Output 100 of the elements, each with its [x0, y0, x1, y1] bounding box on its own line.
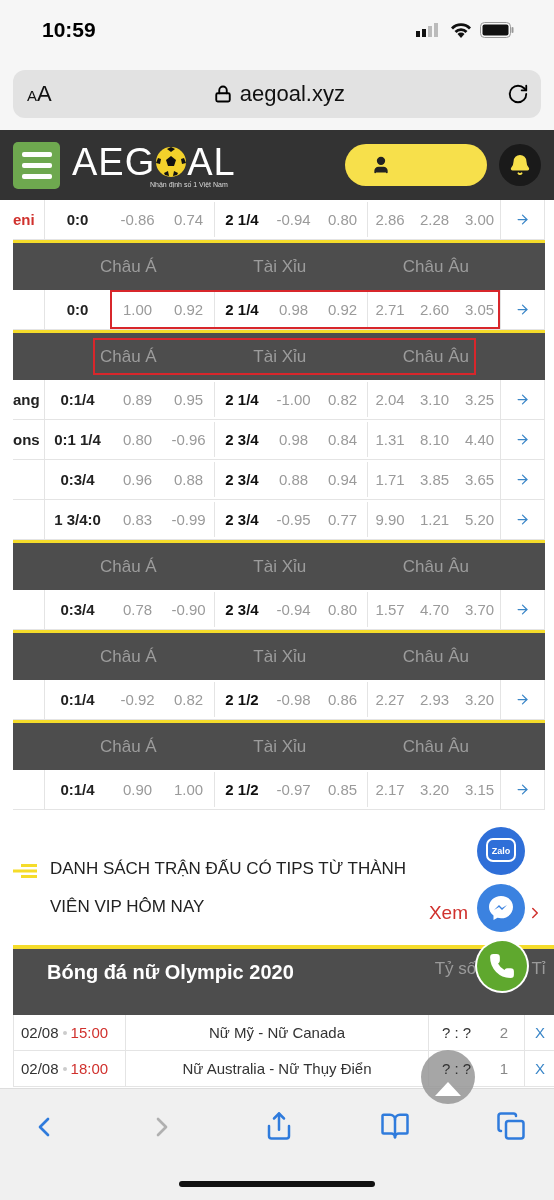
- team-name: ons: [13, 420, 45, 459]
- handicap-value: 1 3/4:0: [53, 510, 102, 530]
- address-bar[interactable]: AA aegoal.xyz: [13, 70, 541, 118]
- odds-value: 2.27: [367, 682, 412, 717]
- odds-value: 3.20: [463, 690, 496, 710]
- odds-value: 0.88: [172, 470, 205, 490]
- account-button[interactable]: [345, 144, 487, 186]
- odds-value: 2.04: [367, 382, 412, 417]
- arrow-right-icon[interactable]: [515, 782, 530, 797]
- phone-button[interactable]: [477, 941, 527, 991]
- table-title: Bóng đá nữ Olympic 2020: [46, 960, 295, 985]
- odds-value: 0.78: [121, 600, 154, 620]
- column-label: Châu Á: [100, 346, 157, 367]
- clock: 10:59: [42, 18, 96, 42]
- odds-value: 3.85: [418, 470, 451, 490]
- column-label: Châu Á: [100, 556, 157, 577]
- text-size-button[interactable]: AA: [27, 81, 52, 107]
- messenger-button[interactable]: [477, 884, 525, 932]
- score-cell-text: ? : ?: [441, 1023, 472, 1043]
- odds-value: 5.20: [463, 510, 496, 530]
- handicap-value: 0:1/4: [59, 780, 96, 800]
- odds-value: 0.92: [326, 300, 359, 320]
- odds-value: -0.94: [275, 210, 312, 230]
- odds-value: 1.00: [172, 780, 205, 800]
- column-label: Châu Á: [100, 646, 157, 667]
- column-header: Tỷ số: [433, 958, 478, 980]
- handicap-value: 0:1 1/4: [53, 430, 102, 450]
- odds-value: 0.80: [326, 600, 359, 620]
- odds-value: 0.88: [277, 470, 310, 490]
- odds-value: 0.80: [121, 430, 154, 450]
- odds-value: 3.00: [463, 210, 496, 230]
- match-date: 02/08: [21, 1060, 59, 1077]
- odds-value: 0.95: [172, 390, 205, 410]
- battery-icon: [480, 22, 514, 38]
- odds-value: 0.86: [326, 690, 359, 710]
- total-line: 2 1/4: [214, 292, 269, 327]
- arrow-right-icon[interactable]: [515, 432, 530, 447]
- match-time: 15:00: [70, 1024, 109, 1041]
- match-name: Nữ Mỹ - Nữ Canada: [126, 1015, 429, 1050]
- odds-value: 8.10: [418, 430, 451, 450]
- arrow-right-icon[interactable]: [515, 302, 530, 317]
- phone-icon: [489, 953, 515, 979]
- menu-button[interactable]: [13, 141, 60, 189]
- arrow-right-icon[interactable]: [515, 512, 530, 527]
- arrow-right-icon[interactable]: [515, 472, 530, 487]
- total-line: 2 1/2: [214, 772, 269, 807]
- odds-value: 0.80: [326, 210, 359, 230]
- handicap-value: 0:3/4: [59, 600, 96, 620]
- column-label: Châu Âu: [402, 346, 469, 367]
- view-link[interactable]: X: [524, 1015, 554, 1050]
- team-name: eni: [13, 200, 45, 239]
- odds-value: 0.77: [326, 510, 359, 530]
- odds-value: 2.86: [367, 202, 412, 237]
- odds-value: 3.70: [463, 600, 496, 620]
- column-label: Châu Âu: [402, 256, 469, 277]
- odds-value: 0.84: [326, 430, 359, 450]
- odds-value: 3.20: [418, 780, 451, 800]
- odds-value: -0.96: [170, 430, 207, 450]
- column-label: Tài Xỉu: [253, 346, 307, 367]
- odds-value: 4.40: [463, 430, 496, 450]
- odds-value: 0.82: [326, 390, 359, 410]
- odds-value: 1.00: [121, 300, 154, 320]
- column-label: Tài Xỉu: [253, 736, 307, 757]
- arrow-right-icon[interactable]: [515, 602, 530, 617]
- reload-icon[interactable]: [507, 83, 529, 105]
- total-line: 2 3/4: [214, 462, 269, 497]
- view-link[interactable]: X: [524, 1051, 554, 1086]
- odds-value: 4.70: [418, 600, 451, 620]
- column-label: Tài Xỉu: [253, 556, 307, 577]
- arrow-right-icon[interactable]: [515, 392, 530, 407]
- odds-value: -0.86: [119, 210, 156, 230]
- column-label: Châu Âu: [402, 556, 469, 577]
- odds-value: 0.74: [172, 210, 205, 230]
- odds-value: 3.10: [418, 390, 451, 410]
- messenger-icon: [487, 894, 515, 922]
- odds-value: 9.90: [367, 502, 412, 537]
- odds-value: 0.85: [326, 780, 359, 800]
- view-more-link[interactable]: Xem: [428, 902, 544, 924]
- odds-value: 3.25: [463, 390, 496, 410]
- odds-value: 2.17: [367, 772, 412, 807]
- odds-value: 0.98: [277, 430, 310, 450]
- arrow-right-icon[interactable]: [515, 212, 530, 227]
- odds-value: 3.15: [463, 780, 496, 800]
- match-date: 02/08: [21, 1024, 59, 1041]
- match-time: 18:00: [70, 1060, 109, 1077]
- odds-value: 2.71: [367, 292, 412, 327]
- zalo-button[interactable]: Zalo: [477, 827, 525, 875]
- odds-value: 0.90: [121, 780, 154, 800]
- odds-value: 0.89: [121, 390, 154, 410]
- odds-value: 1.21: [418, 510, 451, 530]
- notification-button[interactable]: [499, 144, 541, 186]
- odds-value: -0.97: [275, 780, 312, 800]
- odds-value: -0.92: [119, 690, 156, 710]
- caret-up-icon: [435, 1082, 461, 1096]
- arrow-right-icon[interactable]: [515, 692, 530, 707]
- column-label: Tài Xỉu: [253, 646, 307, 667]
- url-text: aegoal.xyz: [239, 81, 345, 107]
- odds-value: -0.99: [170, 510, 207, 530]
- handicap-value: 0:0: [65, 210, 90, 230]
- total-line: 2 1/4: [214, 382, 269, 417]
